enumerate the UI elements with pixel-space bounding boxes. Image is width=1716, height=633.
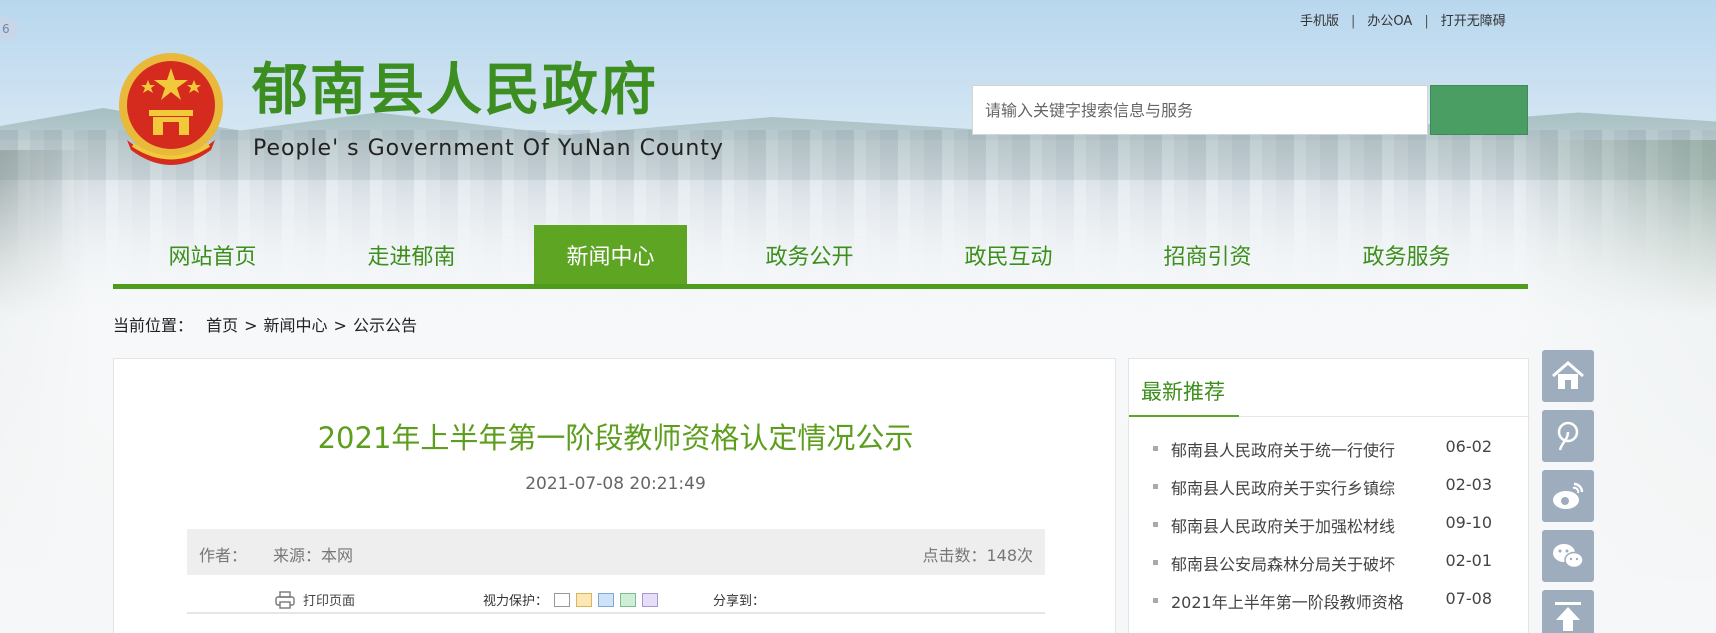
breadcrumb-label: 当前位置： bbox=[113, 316, 194, 335]
nav-item-investment[interactable]: 招商引资 bbox=[1108, 225, 1307, 284]
list-item[interactable]: 郁南县人民政府关于统一行使行 06-02 bbox=[1129, 437, 1530, 475]
latest-recommend-list: 郁南县人民政府关于统一行使行 06-02 郁南县人民政府关于实行乡镇综 02-03 … bbox=[1129, 437, 1530, 627]
article-source: 来源：本网 bbox=[273, 546, 354, 565]
tiktok-icon bbox=[1557, 421, 1579, 451]
list-item-title[interactable]: 郁南县公安局森林分局关于破坏 bbox=[1171, 551, 1395, 575]
home-icon bbox=[1552, 361, 1584, 389]
float-back-to-top-button[interactable] bbox=[1542, 590, 1594, 633]
article-panel: 2021年上半年第一阶段教师资格认定情况公示 2021-07-08 20:21:… bbox=[113, 358, 1116, 633]
site-subtitle: People' s Government Of YuNan County bbox=[253, 136, 724, 161]
list-item-title[interactable]: 郁南县人民政府关于实行乡镇综 bbox=[1171, 475, 1395, 499]
vision-color-white[interactable] bbox=[554, 592, 571, 607]
list-item-date: 02-01 bbox=[1445, 551, 1493, 570]
nav-item-gov-affairs[interactable]: 政务公开 bbox=[710, 225, 909, 284]
article-click-count: 点击数：148次 bbox=[922, 546, 1033, 565]
breadcrumb-news[interactable]: 新闻中心 bbox=[264, 316, 328, 335]
floating-toolbar bbox=[1542, 350, 1594, 633]
accessibility-link[interactable]: 打开无障碍 bbox=[1441, 14, 1506, 29]
article-timestamp: 2021-07-08 20:21:49 bbox=[525, 474, 706, 494]
weibo-icon bbox=[1553, 482, 1584, 509]
back-to-top-icon bbox=[1555, 602, 1581, 631]
float-weibo-button[interactable] bbox=[1542, 470, 1594, 522]
wechat-icon bbox=[1553, 544, 1584, 569]
vision-color-blue[interactable] bbox=[598, 592, 615, 607]
vision-color-green[interactable] bbox=[620, 592, 637, 607]
list-item-date: 07-08 bbox=[1445, 589, 1493, 608]
vision-protection-label: 视力保护： bbox=[483, 594, 549, 609]
list-item-date: 06-02 bbox=[1445, 437, 1493, 456]
latest-recommend-header: 最新推荐 bbox=[1129, 359, 1530, 417]
list-item[interactable]: 郁南县人民政府关于实行乡镇综 02-03 bbox=[1129, 475, 1530, 513]
nav-item-news[interactable]: 新闻中心 bbox=[534, 225, 687, 284]
list-item-title[interactable]: 郁南县人民政府关于加强松材线 bbox=[1171, 513, 1395, 537]
share-to: 分享到： bbox=[713, 594, 766, 609]
list-item-date: 02-03 bbox=[1445, 475, 1493, 494]
vision-protection: 视力保护： bbox=[483, 590, 659, 609]
float-home-button[interactable] bbox=[1542, 350, 1594, 402]
float-wechat-button[interactable] bbox=[1542, 530, 1594, 582]
list-item-title[interactable]: 2021年上半年第一阶段教师资格 bbox=[1171, 589, 1404, 613]
latest-recommend-panel: 最新推荐 郁南县人民政府关于统一行使行 06-02 郁南县人民政府关于实行乡镇综 0… bbox=[1128, 358, 1530, 633]
list-item[interactable]: 2021年上半年第一阶段教师资格 07-08 bbox=[1129, 589, 1530, 627]
print-page-button[interactable]: 打印页面 bbox=[275, 590, 355, 609]
mobile-version-link[interactable]: 手机版 bbox=[1300, 14, 1339, 29]
breadcrumb-separator: > bbox=[244, 316, 258, 335]
nav-item-home[interactable]: 网站首页 bbox=[113, 225, 312, 284]
site-title: 郁南县人民政府 bbox=[252, 57, 658, 123]
float-tiktok-button[interactable] bbox=[1542, 410, 1594, 462]
top-link-separator: | bbox=[1351, 14, 1356, 29]
search-input[interactable] bbox=[973, 86, 1427, 134]
list-item-title[interactable]: 郁南县人民政府关于统一行使行 bbox=[1171, 437, 1395, 461]
list-item-date: 09-10 bbox=[1445, 513, 1493, 532]
office-oa-link[interactable]: 办公OA bbox=[1367, 14, 1412, 29]
top-links: 手机版 | 办公OA | 打开无障碍 bbox=[1300, 10, 1506, 29]
article-title: 2021年上半年第一阶段教师资格认定情况公示 bbox=[317, 421, 914, 455]
breadcrumb-separator: > bbox=[333, 316, 347, 335]
article-author: 作者： bbox=[199, 546, 248, 565]
article-meta-bar: 作者： 来源：本网 点击数：148次 bbox=[187, 529, 1045, 575]
latest-recommend-title: 最新推荐 bbox=[1141, 380, 1225, 404]
breadcrumb-notices[interactable]: 公示公告 bbox=[353, 316, 417, 335]
top-link-separator: | bbox=[1424, 14, 1429, 29]
vision-color-purple[interactable] bbox=[642, 592, 659, 607]
printer-icon bbox=[275, 590, 295, 609]
article-tools: 打印页面 视力保护： 分享到： bbox=[187, 584, 1045, 614]
nav-item-services[interactable]: 政务服务 bbox=[1307, 225, 1506, 284]
list-item[interactable]: 郁南县人民政府关于加强松材线 09-10 bbox=[1129, 513, 1530, 551]
nav-item-interaction[interactable]: 政民互动 bbox=[909, 225, 1108, 284]
vision-color-yellow[interactable] bbox=[576, 592, 593, 607]
national-emblem-logo bbox=[119, 53, 223, 165]
breadcrumb-home[interactable]: 首页 bbox=[206, 316, 238, 335]
list-item[interactable]: 郁南县公安局森林分局关于破坏 02-01 bbox=[1129, 551, 1530, 589]
print-page-label: 打印页面 bbox=[303, 594, 356, 609]
search-box bbox=[972, 85, 1428, 135]
nav-item-about[interactable]: 走进郁南 bbox=[312, 225, 511, 284]
search-button[interactable] bbox=[1430, 85, 1528, 135]
breadcrumb: 当前位置： 首页 > 新闻中心 > 公示公告 bbox=[113, 312, 417, 336]
main-nav: 网站首页 走进郁南 新闻中心 政务公开 政民互动 招商引资 政务服务 bbox=[113, 225, 1528, 289]
